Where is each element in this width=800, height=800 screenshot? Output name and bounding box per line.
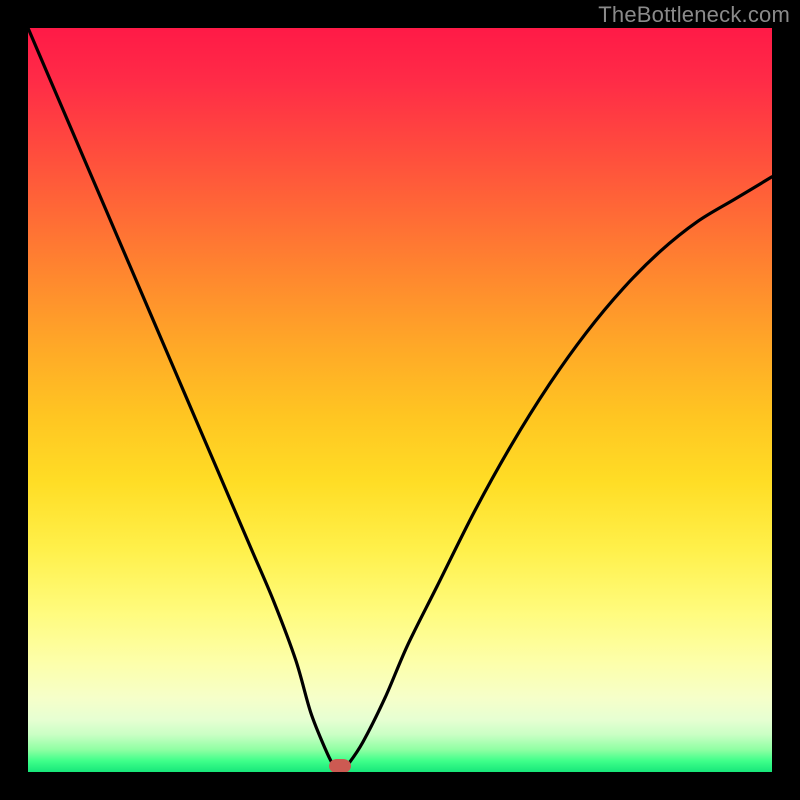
- bottleneck-curve: [28, 28, 772, 772]
- watermark-text: TheBottleneck.com: [598, 2, 790, 28]
- chart-frame: TheBottleneck.com: [0, 0, 800, 800]
- optimal-point-marker: [329, 759, 351, 772]
- plot-area: [28, 28, 772, 772]
